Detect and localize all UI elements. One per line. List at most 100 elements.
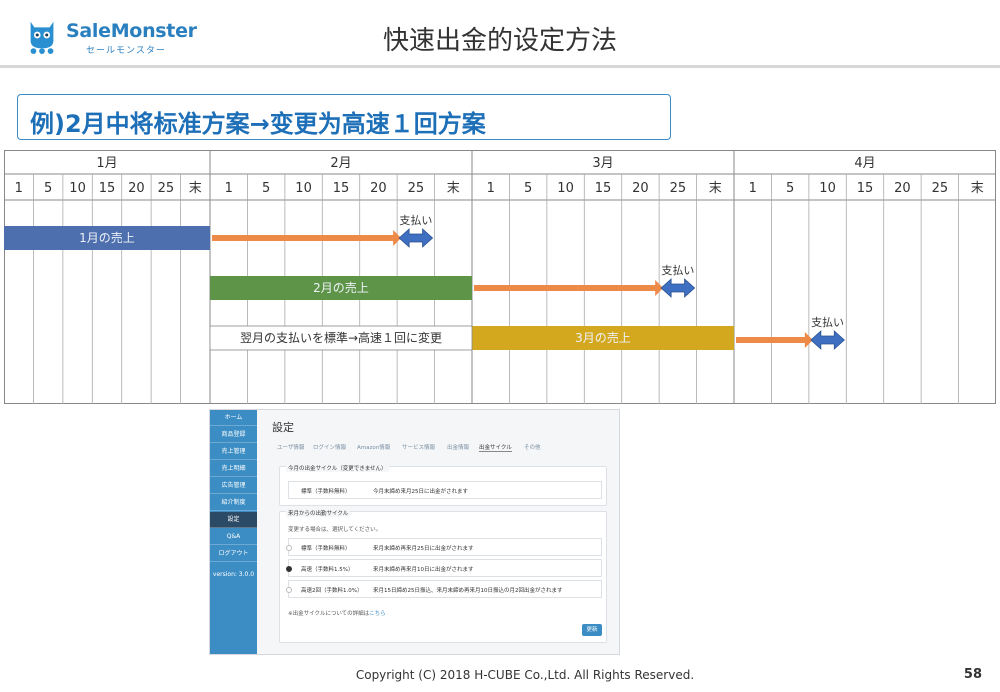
page-number: 58 [963, 667, 982, 682]
slide-header: SaleMonster セールモンスター 快速出金的设定方法 [0, 0, 1000, 68]
cycle-detail-note: ※出金サイクルについての詳細はこちら [288, 609, 386, 617]
cycle-option-standard[interactable]: 標準（手数料無料） 来月末締め再来月25日に出金がされます [286, 538, 602, 556]
day-label: 末 [709, 181, 722, 196]
day-label: 1 [487, 181, 495, 196]
update-button[interactable]: 更新 [582, 624, 602, 636]
option-desc: 来月末締め再来月10日に出金がされます [373, 567, 474, 573]
day-label: 15 [333, 181, 350, 196]
month-label: 2月 [330, 156, 351, 171]
tab-amazon-info[interactable]: Amazon情報 [357, 443, 390, 451]
gantt-chart-svg: 1月1 5 10 15 20 25 末2月1 5 10 15 20 25 末3月1 5 10 15 20 25 末4… [4, 150, 996, 404]
sidebar-item-home[interactable]: ホーム [210, 410, 257, 426]
month-label: 1月 [96, 156, 117, 171]
gantt-chart: 1月 1 5 10 15 20 25 末 2月 1 5 10 15 20 25 末 3月 1 5 10 15 20 25 末 4… [4, 150, 996, 404]
day-label: 20 [370, 181, 387, 196]
tab-withdrawal-cycle[interactable]: 出金サイクル [479, 443, 512, 452]
cycle-option-fast[interactable]: 高速（手数料1.5%） 来月末締め再来月10日に出金がされます [286, 559, 602, 577]
current-cycle-legend: 今月の出金サイクル（変更できません） [286, 464, 389, 472]
subtitle-box: 例)2月中将标准方案→变更为高速１回方案 [17, 94, 671, 140]
gantt-border [4, 150, 996, 404]
day-label: 1 [749, 181, 757, 196]
settings-app-screenshot: ホーム 商品登録 売上管理 売上明細 広告管理 紹介制度 設定 Q&A ログアウ… [209, 409, 620, 655]
day-label: 25 [158, 181, 175, 196]
day-label: 15 [595, 181, 612, 196]
sidebar-item-sales-management[interactable]: 売上管理 [210, 444, 257, 460]
radio-fast-twice[interactable] [286, 587, 292, 593]
subtitle-text: 例)2月中将标准方案→变更为高速１回方案 [30, 110, 486, 138]
copyright-footer: Copyright (C) 2018 H-CUBE Co.,Ltd. All R… [355, 668, 695, 682]
sales-bar-label: 1月の売上 [79, 230, 135, 245]
day-label: 5 [262, 181, 270, 196]
logo-text: SaleMonster [66, 20, 197, 42]
next-cycle-legend: 来月からの出勤サイクル [286, 509, 351, 517]
day-label: 20 [128, 181, 145, 196]
day-label: 25 [670, 181, 687, 196]
day-label: 15 [99, 181, 116, 196]
payment-label: 支払い [811, 315, 844, 329]
sidebar-item-ads[interactable]: 広告管理 [210, 478, 257, 494]
option-desc: 来月末締め再来月25日に出金がされます [373, 546, 474, 552]
tab-service-info[interactable]: サービス情報 [402, 443, 435, 451]
current-cycle-row: 標準（手数料無料） 今月末締め来月25日に出金がされます [288, 481, 602, 499]
day-label: 5 [44, 181, 52, 196]
sidebar-item-settings[interactable]: 設定 [210, 512, 257, 528]
tab-login-info[interactable]: ログイン情報 [313, 443, 346, 451]
logo: SaleMonster セールモンスター [24, 16, 197, 58]
next-cycle-panel: 来月からの出勤サイクル 変更する場合は、選択してください。 標準（手数料無料） … [279, 509, 607, 643]
delay-arrow [474, 285, 658, 291]
delay-arrow [736, 337, 807, 343]
day-label: 25 [408, 181, 425, 196]
cycle-option-fast-twice[interactable]: 高速2回（手数料1.0%） 来月15日締め25日振込、来月末締め再来月10日振込… [286, 580, 602, 598]
app-main: 設定 ユーザ情報 ログイン情報 Amazon情報 サービス情報 出金情報 出金サ… [257, 410, 619, 654]
radio-standard[interactable] [286, 545, 292, 551]
sidebar-item-logout[interactable]: ログアウト [210, 546, 257, 562]
option-name: 標準（手数料無料） [301, 546, 351, 552]
day-label: 20 [894, 181, 911, 196]
radio-fast[interactable] [286, 566, 292, 572]
sidebar-item-product-register[interactable]: 商品登録 [210, 427, 257, 443]
tab-user-info[interactable]: ユーザ情報 [277, 443, 304, 451]
next-cycle-hint: 変更する場合は、選択してください。 [288, 527, 382, 533]
day-label: 15 [857, 181, 874, 196]
tab-withdrawal-info[interactable]: 出金情報 [447, 443, 469, 451]
tab-other[interactable]: その他 [524, 443, 541, 451]
option-name: 高速2回（手数料1.0%） [301, 588, 363, 594]
month-label: 4月 [854, 156, 875, 171]
day-label: 20 [632, 181, 649, 196]
day-label: 5 [786, 181, 794, 196]
day-label: 10 [819, 181, 836, 196]
day-label: 5 [524, 181, 532, 196]
current-cycle-desc: 今月末締め来月25日に出金がされます [373, 489, 468, 495]
monster-mascot-icon [30, 21, 54, 54]
change-note-label: 翌月の支払いを標準→高速１回に変更 [240, 330, 442, 345]
day-label: 25 [932, 181, 949, 196]
logo-subtext: セールモンスター [86, 46, 166, 56]
current-cycle-panel: 今月の出金サイクル（変更できません） 標準（手数料無料） 今月末締め来月25日に… [279, 464, 607, 506]
option-name: 高速（手数料1.5%） [301, 567, 354, 573]
sidebar-item-sales-detail[interactable]: 売上明細 [210, 461, 257, 477]
sidebar-item-referral[interactable]: 紹介制度 [210, 495, 257, 511]
sales-bar-label: 3月の売上 [575, 330, 631, 345]
sidebar-item-qa[interactable]: Q&A [210, 529, 257, 545]
detail-link[interactable]: こちら [369, 611, 386, 617]
app-sidebar: ホーム 商品登録 売上管理 売上明細 広告管理 紹介制度 設定 Q&A ログアウ… [210, 410, 257, 654]
delay-arrow [212, 235, 396, 241]
app-version: version: 3.0.0 [212, 571, 255, 578]
slide-title: 快速出金的设定方法 [382, 26, 617, 56]
day-label: 1 [15, 181, 23, 196]
current-cycle-name: 標準（手数料無料） [301, 489, 351, 495]
day-label: 1 [225, 181, 233, 196]
option-desc: 来月15日締め25日振込、来月末締め再来月10日振込の月2回出金がされます [373, 588, 563, 594]
sales-bar-label: 2月の売上 [313, 280, 369, 295]
day-label: 末 [189, 181, 202, 196]
payment-label: 支払い [661, 263, 694, 277]
day-label: 10 [69, 181, 86, 196]
day-label: 末 [971, 181, 984, 196]
app-page-title: 設定 [272, 421, 294, 434]
day-label: 10 [295, 181, 312, 196]
day-label: 10 [557, 181, 574, 196]
payment-label: 支払い [399, 213, 432, 227]
month-label: 3月 [592, 156, 613, 171]
note-prefix: ※出金サイクルについての詳細は [288, 611, 370, 617]
day-label: 末 [447, 181, 460, 196]
